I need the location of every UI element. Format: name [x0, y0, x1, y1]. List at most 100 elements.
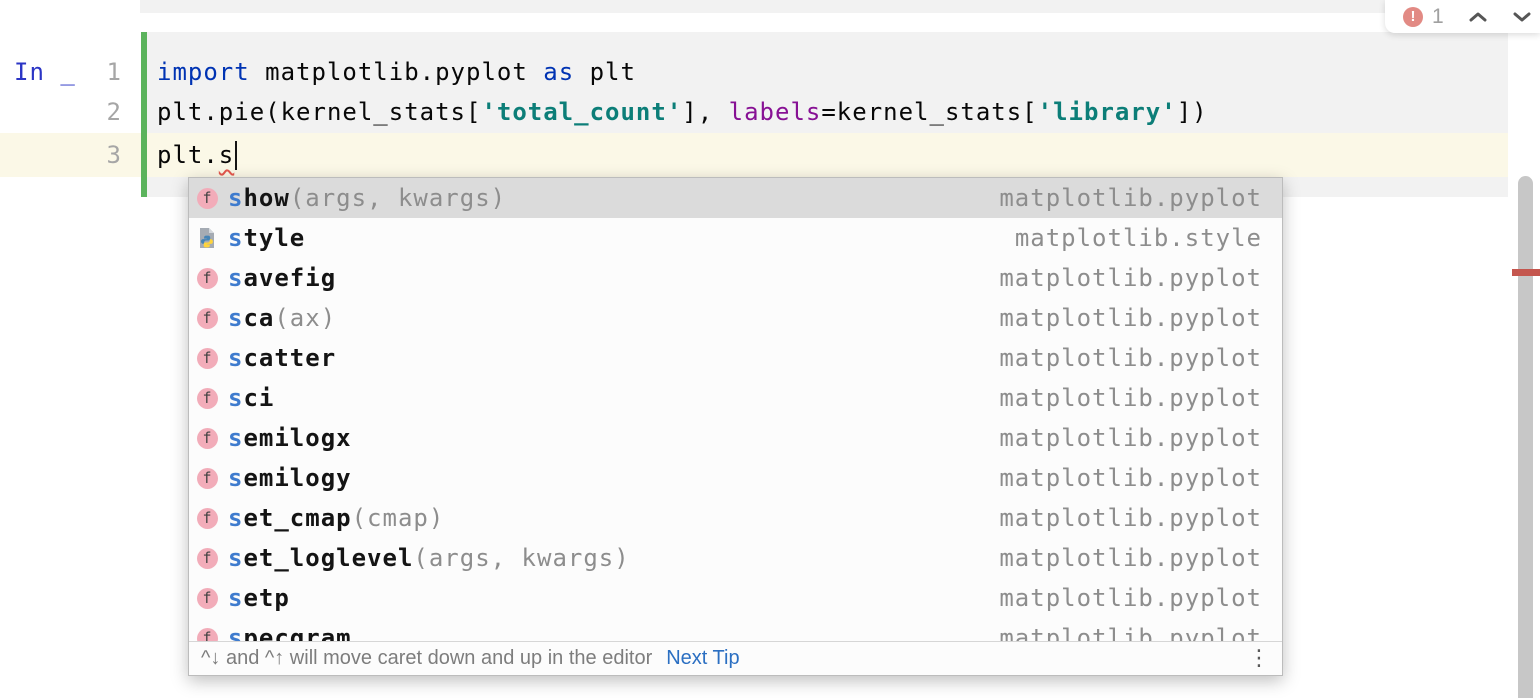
function-icon: f [196, 267, 218, 289]
completion-item[interactable]: fsetp matplotlib.pyplot [189, 578, 1282, 618]
function-icon: f [196, 387, 218, 409]
line-number: 3 [88, 135, 122, 175]
function-icon-letter: f [197, 468, 218, 489]
code-token: import [157, 58, 250, 86]
completion-item[interactable]: f scatter matplotlib.pyplot [189, 338, 1282, 378]
function-icon: f [196, 627, 218, 641]
hint-text: ^↓ and ^↑ will move caret down and up in… [201, 647, 652, 670]
error-widget: ! 1 [1385, 0, 1540, 33]
completion-name: set_cmap [228, 504, 352, 532]
error-stripe-marker[interactable] [1512, 269, 1540, 276]
next-tip-link[interactable]: Next Tip [666, 647, 739, 670]
completion-tail: matplotlib.pyplot [999, 304, 1262, 332]
code-token: plt [574, 58, 636, 86]
completion-name: scatter [228, 344, 336, 372]
completion-item[interactable]: f semilogx matplotlib.pyplot [189, 418, 1282, 458]
completion-item[interactable]: style matplotlib.style [189, 218, 1282, 258]
code-token: 'total_count' [481, 98, 682, 126]
completion-item[interactable]: f set_loglevel(args, kwargs) matplotlib.py… [189, 538, 1282, 578]
code-token: ], [682, 98, 728, 126]
completion-params: (cmap) [352, 504, 445, 532]
completion-params: (args, kwargs) [290, 184, 506, 212]
hint-bar: ^↓ and ^↑ will move caret down and up in… [189, 641, 1282, 675]
function-icon-letter: f [197, 308, 218, 329]
code-token: 'library' [1038, 98, 1177, 126]
function-icon-letter: f [197, 348, 218, 369]
function-icon-letter: f [197, 628, 218, 642]
completion-list: fshow(args, kwargs)matplotlib.pyplotstyl… [189, 178, 1282, 641]
completion-tail: matplotlib.pyplot [999, 384, 1262, 412]
previous-cell-strip [140, 0, 1508, 13]
code-line[interactable]: plt.s [157, 135, 237, 175]
completion-name: style [228, 224, 305, 252]
code-line[interactable]: import matplotlib.pyplot as plt [157, 52, 636, 92]
completion-tail: matplotlib.pyplot [999, 264, 1262, 292]
function-icon: f [196, 427, 218, 449]
scrollbar-thumb[interactable] [1518, 176, 1533, 698]
function-icon-letter: f [197, 428, 218, 449]
code-token: ]) [1177, 98, 1208, 126]
line-number: 2 [88, 92, 122, 132]
completion-item[interactable]: fsca(ax) matplotlib.pyplot [189, 298, 1282, 338]
code-token: =kernel_stats[ [821, 98, 1037, 126]
function-icon: f [196, 507, 218, 529]
completion-name: semilogx [228, 424, 352, 452]
python-file-icon [196, 227, 218, 249]
code-token: labels [729, 98, 822, 126]
code-token: plt. [157, 141, 219, 169]
function-icon-letter: f [197, 268, 218, 289]
code-token: matplotlib.pyplot [250, 58, 544, 86]
function-icon: f [196, 347, 218, 369]
code-token: as [543, 58, 574, 86]
function-icon-letter: f [197, 508, 218, 529]
function-icon: f [196, 467, 218, 489]
completion-popup: fshow(args, kwargs)matplotlib.pyplotstyl… [188, 177, 1283, 676]
completion-item[interactable]: fshow(args, kwargs) matplotlib.pyplot [189, 178, 1282, 218]
function-icon: f [196, 187, 218, 209]
completion-item[interactable]: fsci matplotlib.pyplot [189, 378, 1282, 418]
completion-name: specgram [228, 624, 352, 641]
function-icon: f [196, 307, 218, 329]
completion-tail: matplotlib.pyplot [999, 504, 1262, 532]
completion-params: (ax) [274, 304, 336, 332]
line-number: 1 [88, 52, 122, 92]
more-options-icon[interactable]: ⋮ [1248, 648, 1270, 670]
completion-tail: matplotlib.pyplot [999, 584, 1262, 612]
next-error-button[interactable] [1512, 11, 1532, 23]
previous-error-button[interactable] [1468, 11, 1488, 23]
completion-tail: matplotlib.pyplot [999, 624, 1262, 641]
cell-run-bar [141, 32, 147, 197]
function-icon-letter: f [197, 188, 218, 209]
function-icon-letter: f [197, 588, 218, 609]
completion-name: show [228, 184, 290, 212]
completion-name: setp [228, 584, 290, 612]
completion-name: sca [228, 304, 274, 332]
completion-tail: matplotlib.pyplot [999, 544, 1262, 572]
function-icon-letter: f [197, 548, 218, 569]
function-icon: f [196, 547, 218, 569]
function-icon-letter: f [197, 388, 218, 409]
completion-name: savefig [228, 264, 336, 292]
completion-tail: matplotlib.pyplot [999, 464, 1262, 492]
completion-item[interactable]: f semilogy matplotlib.pyplot [189, 458, 1282, 498]
completion-params: (args, kwargs) [413, 544, 629, 572]
completion-item[interactable]: f specgram matplotlib.pyplot [189, 618, 1282, 641]
chevron-up-icon [1468, 11, 1488, 23]
chevron-down-icon [1512, 11, 1532, 23]
function-icon: f [196, 587, 218, 609]
cell-prompt: In _ [14, 52, 76, 92]
completion-name: sci [228, 384, 274, 412]
completion-tail: matplotlib.pyplot [999, 344, 1262, 372]
completion-item[interactable]: f savefig matplotlib.pyplot [189, 258, 1282, 298]
error-squiggle-token: s [219, 141, 234, 169]
completion-tail: matplotlib.pyplot [999, 184, 1262, 212]
completion-item[interactable]: f set_cmap(cmap) matplotlib.pyplot [189, 498, 1282, 538]
code-line[interactable]: plt.pie(kernel_stats['total_count'], lab… [157, 92, 1208, 132]
completion-tail: matplotlib.style [1015, 224, 1262, 252]
completion-name: semilogy [228, 464, 352, 492]
error-count: 1 [1432, 5, 1444, 29]
completion-tail: matplotlib.pyplot [999, 424, 1262, 452]
error-icon[interactable]: ! [1403, 7, 1423, 27]
code-token: plt.pie(kernel_stats[ [157, 98, 481, 126]
completion-name: set_loglevel [228, 544, 413, 572]
